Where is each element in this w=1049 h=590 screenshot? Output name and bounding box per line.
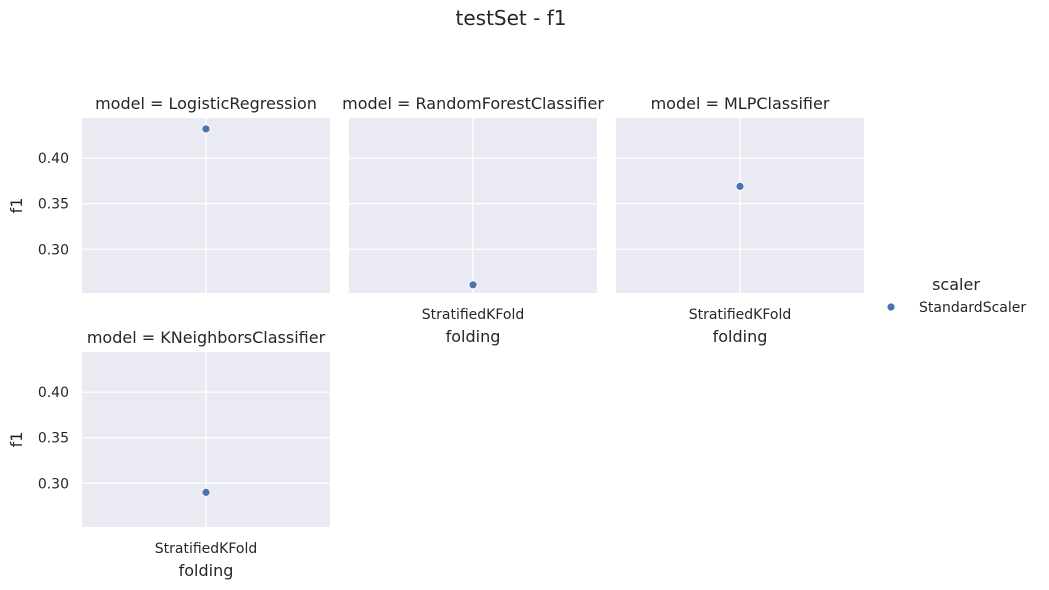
y-axis-label: f1: [7, 432, 26, 448]
x-axis-label: folding: [179, 561, 234, 580]
data-point: [468, 280, 478, 290]
legend-entries: StandardScaler: [886, 300, 1026, 316]
y-tick-label: 0.40: [38, 385, 69, 401]
facet-panel-LogisticRegression: model = LogisticRegression 0.30 0.35 0.40 f1: [7, 94, 330, 293]
x-axis-label: folding: [713, 327, 768, 346]
data-point: [201, 487, 211, 497]
data-point: [201, 124, 211, 134]
y-tick-label: 0.35: [38, 197, 69, 213]
x-tick-label: StratifiedKFold: [422, 307, 524, 323]
legend-title: scaler: [932, 275, 980, 294]
data-point: [735, 181, 745, 191]
faceted-scatter-chart: testSet - f1 model = LogisticRegression 0…: [7, 6, 1026, 580]
facet-title: model = LogisticRegression: [95, 94, 317, 113]
facet-panel-KNeighborsClassifier: model = KNeighborsClassifier 0.30 0.35 0.40…: [7, 328, 330, 580]
legend-label: StandardScaler: [919, 300, 1026, 316]
facet-panel-RandomForestClassifier: model = RandomForestClassifier Stratified…: [342, 94, 604, 346]
y-axis-label: f1: [7, 198, 26, 214]
facet-title: model = MLPClassifier: [651, 94, 830, 113]
facet-panels: model = LogisticRegression 0.30 0.35 0.40 f1…: [7, 94, 864, 580]
facet-panel-MLPClassifier: model = MLPClassifier StratifiedKFold fold…: [616, 94, 864, 346]
y-tick-label: 0.30: [38, 476, 69, 492]
legend-marker: [886, 302, 896, 312]
y-tick-label: 0.40: [38, 151, 69, 167]
legend: scaler StandardScaler: [886, 275, 1026, 316]
chart-title: testSet - f1: [456, 6, 567, 30]
x-axis-label: folding: [446, 327, 501, 346]
facet-title: model = KNeighborsClassifier: [87, 328, 326, 347]
x-tick-label: StratifiedKFold: [155, 541, 257, 557]
x-tick-label: StratifiedKFold: [689, 307, 791, 323]
facet-title: model = RandomForestClassifier: [342, 94, 604, 113]
y-tick-label: 0.30: [38, 242, 69, 258]
y-tick-label: 0.35: [38, 431, 69, 447]
